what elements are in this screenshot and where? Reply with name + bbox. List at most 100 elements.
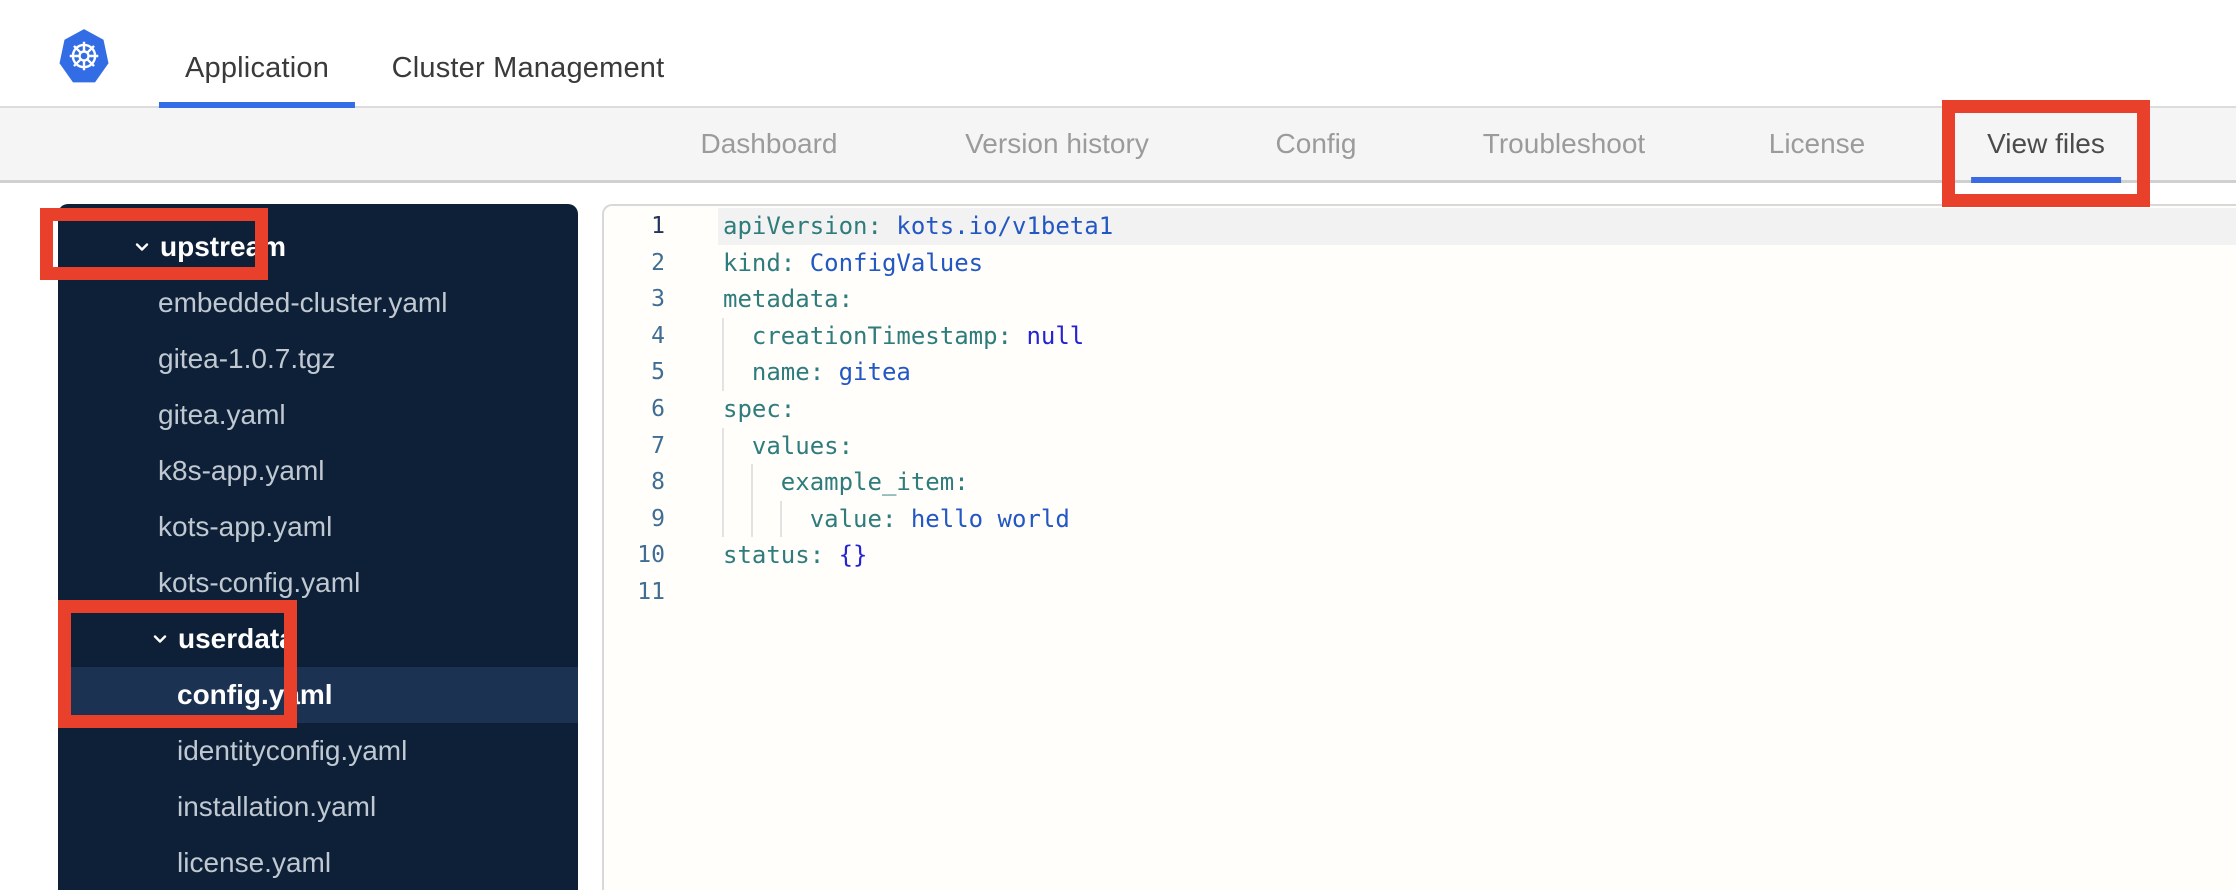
file-label: license.yaml	[177, 847, 332, 878]
subnav-tab-troubleshoot[interactable]: Troubleshoot	[1483, 108, 1645, 180]
tree-item-config-yaml[interactable]: config.yaml	[58, 667, 578, 723]
subnav-tab-label: Config	[1275, 128, 1357, 159]
subnav-tab-dashboard[interactable]: Dashboard	[701, 108, 838, 180]
token-const: null	[1026, 321, 1085, 350]
file-label: embedded-cluster.yaml	[158, 287, 448, 318]
folder-label: userdata	[178, 623, 295, 654]
app-subnav: Dashboard Version history Config Troublesho…	[0, 108, 2236, 183]
tree-item-license-yaml[interactable]: license.yaml	[58, 835, 578, 890]
active-tab-underline	[1971, 177, 2121, 183]
subnav-tab-label: Troubleshoot	[1482, 128, 1646, 159]
token-sp	[795, 249, 809, 277]
file-label: kots-config.yaml	[158, 567, 361, 598]
header-tab-label: Application	[184, 51, 330, 84]
tree-item-gitea-1-0-7-tgz[interactable]: gitea-1.0.7.tgz	[58, 331, 578, 387]
tree-item-embedded-cluster-yaml[interactable]: embedded-cluster.yaml	[58, 275, 578, 331]
token-sp	[723, 322, 752, 350]
file-label: identityconfig.yaml	[177, 735, 408, 766]
editor-gutter[interactable]: 1 2 3 4 5 6 7 8 9 10 11	[604, 208, 665, 611]
tree-item-installation-yaml[interactable]: installation.yaml	[58, 779, 578, 835]
token-sp	[723, 358, 752, 386]
file-label: kots-app.yaml	[158, 511, 333, 542]
tree-item-k8s-app-yaml[interactable]: k8s-app.yaml	[58, 443, 578, 499]
subnav-tab-label: Version history	[965, 128, 1149, 159]
token-const: {}	[838, 541, 868, 570]
token-sp	[1012, 322, 1026, 350]
yaml-editor[interactable]: 1 2 3 4 5 6 7 8 9 10 11 apiVersion: kots.io/v1beta…	[602, 204, 2236, 890]
token-key: kind:	[723, 248, 796, 277]
editor-content[interactable]: apiVersion: kots.io/v1beta1 kind: ConfigV…	[723, 208, 2236, 611]
token-key: spec:	[723, 394, 796, 423]
code-line-6: spec:	[723, 391, 2236, 428]
helm-wheel-icon	[69, 41, 99, 71]
token-val: kots.io/v1beta1	[896, 212, 1114, 240]
chevron-down-icon[interactable]	[149, 628, 171, 650]
token-sp	[723, 432, 752, 460]
tree-item-gitea-yaml[interactable]: gitea.yaml	[58, 387, 578, 443]
subnav-tab-license[interactable]: License	[1769, 108, 1866, 180]
subnav-tab-label: Dashboard	[700, 128, 838, 159]
line-number[interactable]: 6	[604, 391, 665, 428]
line-number[interactable]: 11	[604, 574, 665, 611]
token-key: example_item:	[780, 468, 969, 497]
header-tab-application[interactable]: Application	[158, 28, 356, 108]
code-line-2: kind: ConfigValues	[723, 245, 2236, 282]
line-number[interactable]: 8	[604, 464, 665, 501]
file-label: k8s-app.yaml	[158, 455, 325, 486]
token-sp	[723, 468, 781, 496]
line-number[interactable]: 9	[604, 501, 665, 538]
tree-item-identityconfig-yaml[interactable]: identityconfig.yaml	[58, 723, 578, 779]
subnav-tab-version-history[interactable]: Version history	[965, 108, 1149, 180]
subnav-tab-label: View files	[1987, 128, 2105, 159]
code-line-1: apiVersion: kots.io/v1beta1	[723, 208, 2236, 245]
token-key: apiVersion:	[723, 212, 882, 240]
token-key: value:	[809, 504, 897, 533]
file-label: config.yaml	[177, 679, 333, 710]
token-val: ConfigValues	[809, 248, 984, 277]
token-sp	[882, 212, 896, 240]
header-tab-cluster-management[interactable]: Cluster Management	[366, 28, 691, 108]
file-label: gitea-1.0.7.tgz	[158, 343, 336, 374]
header-tab-label: Cluster Management	[391, 51, 665, 84]
code-line-9: value: hello world	[723, 501, 2236, 538]
file-label: gitea.yaml	[158, 399, 286, 430]
line-number[interactable]: 3	[604, 281, 665, 318]
line-number[interactable]: 1	[604, 208, 665, 245]
tree-item-userdata[interactable]: userdata	[58, 611, 578, 667]
token-sp	[824, 358, 838, 386]
file-tree: upstream embedded-cluster.yaml gitea-1.0.7…	[58, 219, 578, 890]
code-line-11: ​	[723, 574, 2236, 611]
token-sp	[824, 541, 838, 569]
file-tree-sidebar: upstream embedded-cluster.yaml gitea-1.0.7…	[58, 204, 578, 890]
app-header: Application Cluster Management	[0, 0, 2236, 108]
line-number[interactable]: 10	[604, 537, 665, 574]
folder-label: upstream	[160, 231, 287, 262]
line-number[interactable]: 2	[604, 245, 665, 282]
tree-item-upstream[interactable]: upstream	[58, 219, 578, 275]
chevron-down-icon[interactable]	[131, 236, 153, 258]
token-val: hello world	[910, 504, 1070, 533]
kots-admin-console: Application Cluster Management Dashboard V…	[0, 0, 2236, 890]
line-number[interactable]: 4	[604, 318, 665, 355]
line-number[interactable]: 5	[604, 354, 665, 391]
kubernetes-logo-icon	[59, 29, 109, 83]
line-number[interactable]: 7	[604, 428, 665, 465]
token-key: name:	[751, 358, 825, 387]
token-val: gitea	[838, 358, 911, 387]
token-sp	[896, 505, 910, 533]
tree-item-kots-config-yaml[interactable]: kots-config.yaml	[58, 555, 578, 611]
code-line-3: metadata:	[723, 281, 2236, 318]
token-key: values:	[751, 431, 854, 460]
token-sp	[723, 505, 810, 533]
code-line-10: status: {}	[723, 537, 2236, 574]
subnav-tab-config[interactable]: Config	[1276, 108, 1357, 180]
token-key: creationTimestamp:	[751, 321, 1012, 350]
subnav-tab-label: License	[1768, 128, 1866, 159]
file-label: installation.yaml	[177, 791, 377, 822]
code-line-8: example_item:	[723, 464, 2236, 501]
tree-item-kots-app-yaml[interactable]: kots-app.yaml	[58, 499, 578, 555]
code-line-7: values:	[723, 428, 2236, 465]
subnav-tab-view-files[interactable]: View files	[1971, 108, 2121, 183]
code-line-4: creationTimestamp: null	[723, 318, 2236, 355]
code-line-5: name: gitea	[723, 354, 2236, 391]
